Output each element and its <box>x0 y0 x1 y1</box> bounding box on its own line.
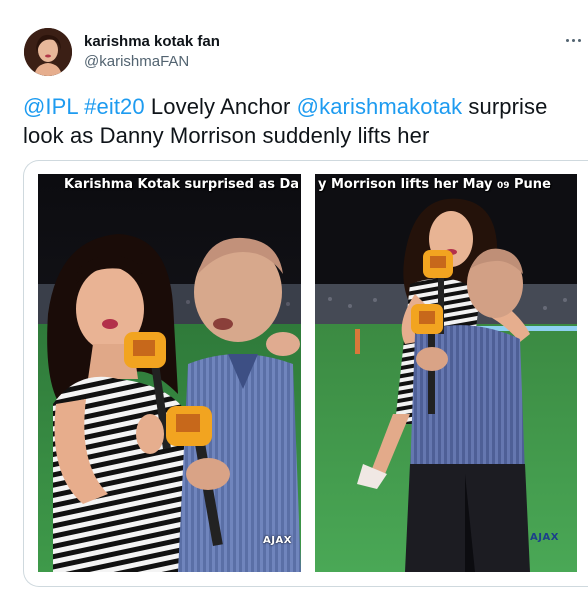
mention-link[interactable]: @IPL <box>23 94 78 119</box>
more-horizontal-icon <box>578 38 581 42</box>
more-options-button[interactable] <box>566 30 588 50</box>
photo-right[interactable] <box>315 174 577 572</box>
hashtag-link[interactable]: #eit20 <box>84 94 145 119</box>
media-grid: Karishma Kotak surprised as Da y Morriso… <box>23 160 588 587</box>
photo-left[interactable] <box>38 174 301 572</box>
avatar-image <box>24 28 72 76</box>
more-horizontal-icon <box>566 38 569 42</box>
more-horizontal-icon <box>572 38 575 42</box>
tweet-card[interactable]: karishma kotak fan @karishmaFAN @IPL #ei… <box>0 0 588 594</box>
tweet-text: @IPL #eit20 Lovely Anchor @karishmakotak… <box>23 92 583 150</box>
author-handle[interactable]: @karishmaFAN <box>84 53 189 70</box>
photo-left-image <box>38 174 301 572</box>
avatar[interactable] <box>24 28 72 76</box>
photo-right-image <box>315 174 577 572</box>
author-name[interactable]: karishma kotak fan <box>84 33 220 50</box>
mention-link[interactable]: @karishmakotak <box>297 94 463 119</box>
tweet-text-segment: Lovely Anchor <box>144 94 297 119</box>
